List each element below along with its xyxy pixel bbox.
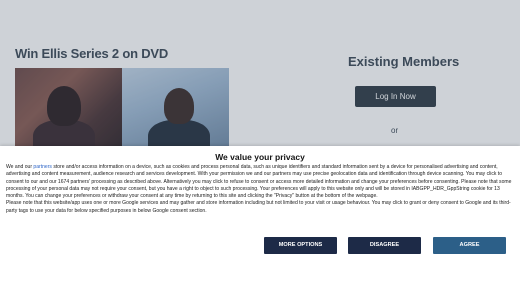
agree-button[interactable]: AGREE: [433, 237, 506, 254]
consent-title: We value your privacy: [215, 152, 305, 162]
consent-text: We and our partners store and/or access …: [6, 164, 516, 215]
partners-link[interactable]: partners: [33, 164, 52, 170]
consent-text-prefix: We and our: [6, 164, 34, 170]
more-options-button[interactable]: MORE OPTIONS: [264, 237, 337, 254]
disagree-button[interactable]: DISAGREE: [348, 237, 421, 254]
consent-text-body: store and/or access information on a dev…: [6, 164, 512, 200]
consent-banner: We value your privacy We and our partner…: [0, 146, 520, 293]
consent-google-text: Please note that this website/app uses o…: [6, 200, 511, 214]
